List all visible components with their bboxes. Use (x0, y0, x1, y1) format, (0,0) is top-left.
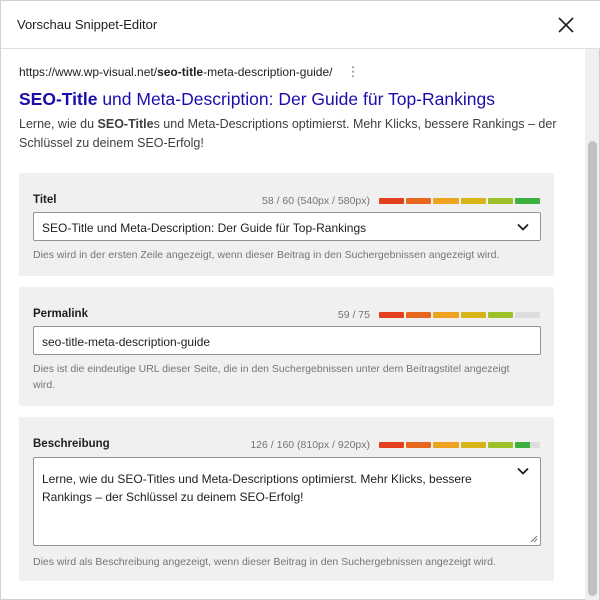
title-counter: 58 / 60 (540px / 580px) (262, 195, 370, 207)
description-textarea[interactable]: Lerne, wie du SEO-Titles und Meta-Descri… (33, 457, 541, 546)
serp-preview: https://www.wp-visual.net/seo-title -meta… (19, 63, 559, 153)
meter-segment (406, 312, 432, 318)
modal-content: https://www.wp-visual.net/seo-title -meta… (1, 49, 587, 600)
meter-segment (460, 198, 486, 204)
preview-description: Lerne, wie du SEO-Titles und Meta-Descri… (19, 115, 559, 153)
preview-title-keyword: SEO-Title (19, 89, 98, 109)
scrollbar-thumb[interactable] (588, 141, 597, 596)
preview-url: https://www.wp-visual.net/seo-title -meta… (19, 63, 559, 81)
snippet-editor-modal: Vorschau Snippet-Editor https://www.wp-v… (0, 0, 600, 600)
meter-segment (487, 312, 513, 318)
modal-title: Vorschau Snippet-Editor (17, 17, 158, 32)
meter-segment (406, 442, 432, 448)
meter-segment (460, 312, 486, 318)
description-label: Beschreibung (33, 438, 110, 450)
permalink-input-value: seo-title-meta-description-guide (42, 335, 211, 349)
chevron-down-icon[interactable] (516, 220, 530, 234)
close-button[interactable] (555, 14, 577, 36)
meter-segment (433, 442, 459, 448)
meter-segment (514, 198, 541, 204)
preview-url-suffix: -meta-description-guide/ (203, 65, 333, 79)
permalink-help-text: Dies ist die eindeutige URL dieser Seite… (33, 363, 510, 391)
permalink-input[interactable]: seo-title-meta-description-guide (33, 326, 541, 355)
preview-url-prefix: https://www.wp-visual.net/ (19, 65, 158, 79)
preview-title-rest: und Meta-Description: Der Guide für Top-… (97, 89, 495, 109)
meter-segment (433, 312, 459, 318)
modal-header: Vorschau Snippet-Editor (1, 1, 600, 49)
permalink-length-meter (379, 312, 541, 318)
meter-segment (487, 442, 513, 448)
preview-title[interactable]: SEO-Title und Meta-Description: Der Guid… (19, 88, 559, 110)
chevron-down-icon[interactable] (516, 464, 530, 478)
preview-desc-pre: Lerne, wie du (19, 117, 98, 131)
more-options-icon[interactable]: ⋮ (346, 65, 359, 78)
permalink-label: Permalink (33, 308, 88, 320)
title-input-value: SEO-Title und Meta-Description: Der Guid… (42, 221, 367, 235)
description-textarea-value: Lerne, wie du SEO-Titles und Meta-Descri… (42, 472, 472, 504)
close-icon (558, 17, 574, 33)
meter-segment (460, 442, 486, 448)
meter-segment (379, 312, 405, 318)
description-section: Beschreibung 126 / 160 (810px / 920px) L… (19, 417, 554, 581)
title-length-meter (379, 198, 541, 204)
meter-segment (379, 198, 405, 204)
meter-segment (514, 442, 541, 448)
meter-segment (379, 442, 405, 448)
meter-segment (514, 312, 541, 318)
preview-desc-keyword: SEO-Title (97, 117, 154, 131)
meter-segment (406, 198, 432, 204)
scrollbar[interactable] (585, 49, 599, 600)
title-section: Titel 58 / 60 (540px / 580px) SEO-Title … (19, 173, 554, 276)
description-counter: 126 / 160 (810px / 920px) (250, 439, 370, 451)
title-help-text: Dies wird in der ersten Zeile angezeigt,… (33, 249, 500, 261)
preview-url-keyword: seo-title (157, 65, 204, 79)
resize-handle-icon[interactable] (530, 535, 538, 543)
permalink-section: Permalink 59 / 75 seo-title-meta-descrip… (19, 287, 554, 406)
meter-segment (433, 198, 459, 204)
meter-segment (487, 198, 513, 204)
title-input[interactable]: SEO-Title und Meta-Description: Der Guid… (33, 212, 541, 241)
title-label: Titel (33, 194, 57, 206)
permalink-counter: 59 / 75 (337, 309, 370, 321)
description-help-text: Dies wird als Beschreibung angezeigt, we… (33, 556, 496, 568)
description-length-meter (379, 442, 541, 448)
